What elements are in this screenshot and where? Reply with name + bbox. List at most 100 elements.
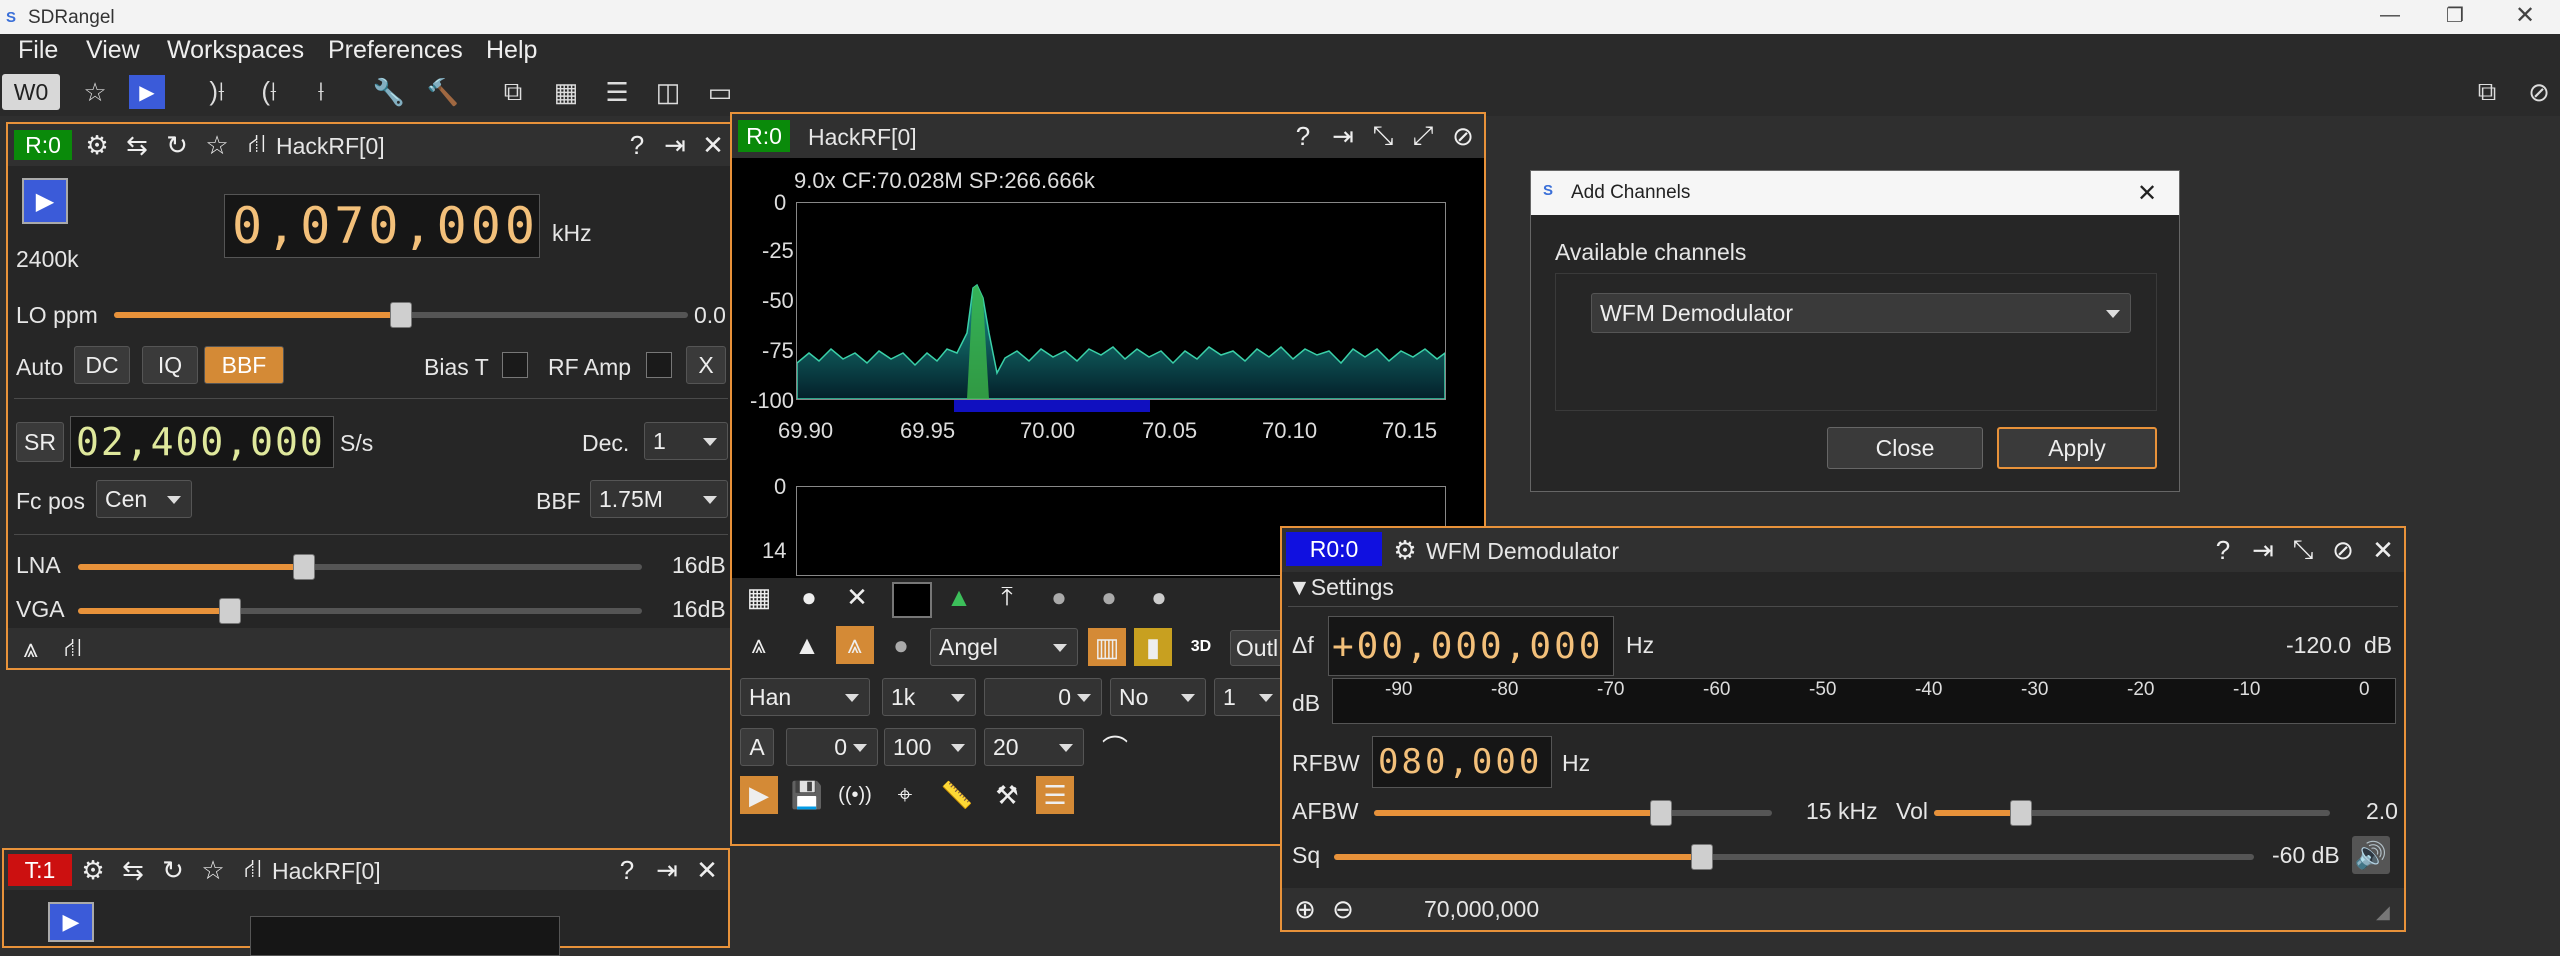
tx-start-stop-button[interactable]: ▶ <box>48 902 94 942</box>
play-icon[interactable]: ▶ <box>740 776 778 814</box>
trace-intensity-knob-icon[interactable]: ● <box>1040 578 1078 616</box>
close-icon[interactable]: ✕ <box>688 851 726 889</box>
afbw-slider[interactable] <box>1374 810 1772 816</box>
center-frequency-dial[interactable]: 0,070,000 <box>224 194 540 258</box>
save-icon[interactable]: 💾 <box>788 776 826 814</box>
expand-icon[interactable]: ⤢ <box>1404 117 1442 155</box>
3d-icon[interactable]: 3D <box>1182 628 1220 666</box>
grid-icon[interactable]: ▦ <box>740 578 778 616</box>
fill-intensity-knob-icon[interactable]: ● <box>1090 578 1128 616</box>
feature-settings-icon[interactable]: 🔨 <box>422 72 464 112</box>
add-feature-icon[interactable]: 🔧 <box>368 72 410 112</box>
spectrum-icon[interactable]: ⩓ <box>12 630 50 668</box>
workspace-button[interactable]: W0 <box>2 74 60 110</box>
play-icon[interactable]: ▶ <box>126 72 168 112</box>
move-to-workspace-icon[interactable]: ⇥ <box>1324 117 1362 155</box>
bbf-button[interactable]: BBF <box>204 346 284 384</box>
decay-knob-icon[interactable]: ● <box>882 626 920 664</box>
x-button[interactable]: X <box>686 346 726 384</box>
sample-rate-dial[interactable]: 02,400,000 <box>70 416 334 468</box>
colormap-icon[interactable]: ▥ <box>1088 628 1126 666</box>
shrink-icon[interactable]: ⤡ <box>1364 117 1402 155</box>
sample-rate-mode-button[interactable]: SR <box>16 422 64 462</box>
close-icon[interactable]: ✕ <box>2364 531 2402 569</box>
waterfall-toggle-icon[interactable] <box>892 582 932 618</box>
lna-handle[interactable] <box>292 554 315 580</box>
add-tx-device-icon[interactable]: (⟊ <box>248 72 290 112</box>
menu-icon[interactable]: ☰ <box>1036 776 1074 814</box>
vga-slider[interactable] <box>78 608 642 614</box>
add-mimo-device-icon[interactable]: ⟊ <box>300 72 342 112</box>
start-stop-button[interactable]: ▶ <box>22 178 68 224</box>
curve-icon[interactable]: ⌒ <box>1096 728 1134 766</box>
ref-level-spinbox[interactable]: 0 <box>786 728 878 766</box>
move-to-workspace-icon[interactable]: ⇥ <box>2244 531 2282 569</box>
swap-icon[interactable]: ⇆ <box>118 126 156 164</box>
vga-handle[interactable] <box>219 598 242 624</box>
clear-icon[interactable]: ✕ <box>838 578 876 616</box>
gradient-icon[interactable]: ▮ <box>1134 628 1172 666</box>
marker-icon[interactable]: ⚒ <box>988 776 1026 814</box>
volume-slider[interactable] <box>1934 810 2330 816</box>
palette-select[interactable]: Angel <box>930 628 1078 666</box>
close-icon[interactable]: ✕ <box>694 126 732 164</box>
tx-frequency-dial[interactable] <box>250 916 560 956</box>
settings-gear-icon[interactable]: ⚙ <box>78 126 116 164</box>
bbf-select[interactable]: 1.75M <box>590 480 728 518</box>
close-button[interactable]: Close <box>1827 427 1983 469</box>
volume-handle[interactable] <box>2010 800 2033 826</box>
channel-select[interactable]: WFM Demodulator <box>1591 293 2131 333</box>
autoscale-button[interactable]: A <box>740 728 774 766</box>
lna-slider[interactable] <box>78 564 642 570</box>
menu-view[interactable]: View <box>86 36 140 65</box>
menu-workspaces[interactable]: Workspaces <box>167 36 304 65</box>
help-icon[interactable]: ? <box>608 851 646 889</box>
cascade-windows-icon[interactable]: ⧉ <box>492 72 534 112</box>
broadcast-icon[interactable]: ((•)) <box>836 776 874 814</box>
move-to-workspace-icon[interactable]: ⇥ <box>648 851 686 889</box>
device-tree-icon[interactable]: ⛙ <box>234 851 272 889</box>
fft-size-select[interactable]: 1k <box>882 678 976 716</box>
ruler-icon[interactable]: 📏 <box>938 776 976 814</box>
spectrum-toggle-icon[interactable]: ▲ <box>940 578 978 616</box>
afbw-handle[interactable] <box>1649 800 1672 826</box>
tile-windows-icon[interactable]: ▦ <box>545 72 587 112</box>
apply-button[interactable]: Apply <box>1997 427 2157 469</box>
range-spinbox[interactable]: 100 <box>884 728 976 766</box>
max-hold-knob-icon[interactable]: ● <box>1140 578 1178 616</box>
rf-amp-checkbox[interactable] <box>646 352 672 378</box>
menu-file[interactable]: File <box>18 36 58 65</box>
hide-icon[interactable]: ⊘ <box>2518 72 2560 112</box>
hide-icon[interactable]: ⊘ <box>2324 531 2362 569</box>
minimize-icon[interactable]: — <box>2375 4 2405 30</box>
squelch-slider[interactable] <box>1334 854 2254 860</box>
averaging-mode-select[interactable]: No <box>1110 678 1206 716</box>
help-icon[interactable]: ? <box>2204 531 2242 569</box>
grid-intensity-knob-icon[interactable]: ● <box>790 578 828 616</box>
add-channel-icon[interactable]: ⊕ <box>1286 890 1324 928</box>
settings-gear-icon[interactable]: ⚙ <box>74 851 112 889</box>
device-tree-icon[interactable]: ⛙ <box>238 126 276 164</box>
fps-select[interactable]: 20 <box>984 728 1084 766</box>
stack-windows-icon[interactable]: ☰ <box>596 72 638 112</box>
star-icon[interactable]: ☆ <box>74 72 116 112</box>
averaging-value-select[interactable]: 1 <box>1214 678 1284 716</box>
preset-star-icon[interactable]: ☆ <box>198 126 236 164</box>
window-select[interactable]: Han <box>740 678 870 716</box>
help-icon[interactable]: ? <box>1284 117 1322 155</box>
restore-workspace-icon[interactable]: ⧉ <box>2466 72 2508 112</box>
resize-grip-icon[interactable]: ◢ <box>2376 902 2390 923</box>
menu-preferences[interactable]: Preferences <box>328 36 463 65</box>
rfbw-dial[interactable]: 080,000 <box>1372 736 1552 788</box>
fc-pos-select[interactable]: Cen <box>96 480 192 518</box>
histogram-icon[interactable]: ⩓ <box>836 626 874 664</box>
menu-help[interactable]: Help <box>486 36 537 65</box>
dialog-close-icon[interactable]: ✕ <box>2137 179 2157 208</box>
freeze-icon[interactable]: ⤒ <box>988 578 1026 616</box>
outline-button[interactable]: Outl <box>1230 630 1284 666</box>
delta-f-dial[interactable]: +00,000,000 <box>1328 616 1614 676</box>
max-hold-icon[interactable]: ⩓ <box>740 626 778 664</box>
preset-star-icon[interactable]: ☆ <box>194 851 232 889</box>
dock-windows-icon[interactable]: ◫ <box>647 72 689 112</box>
add-rx-device-icon[interactable]: )⟊ <box>196 72 238 112</box>
